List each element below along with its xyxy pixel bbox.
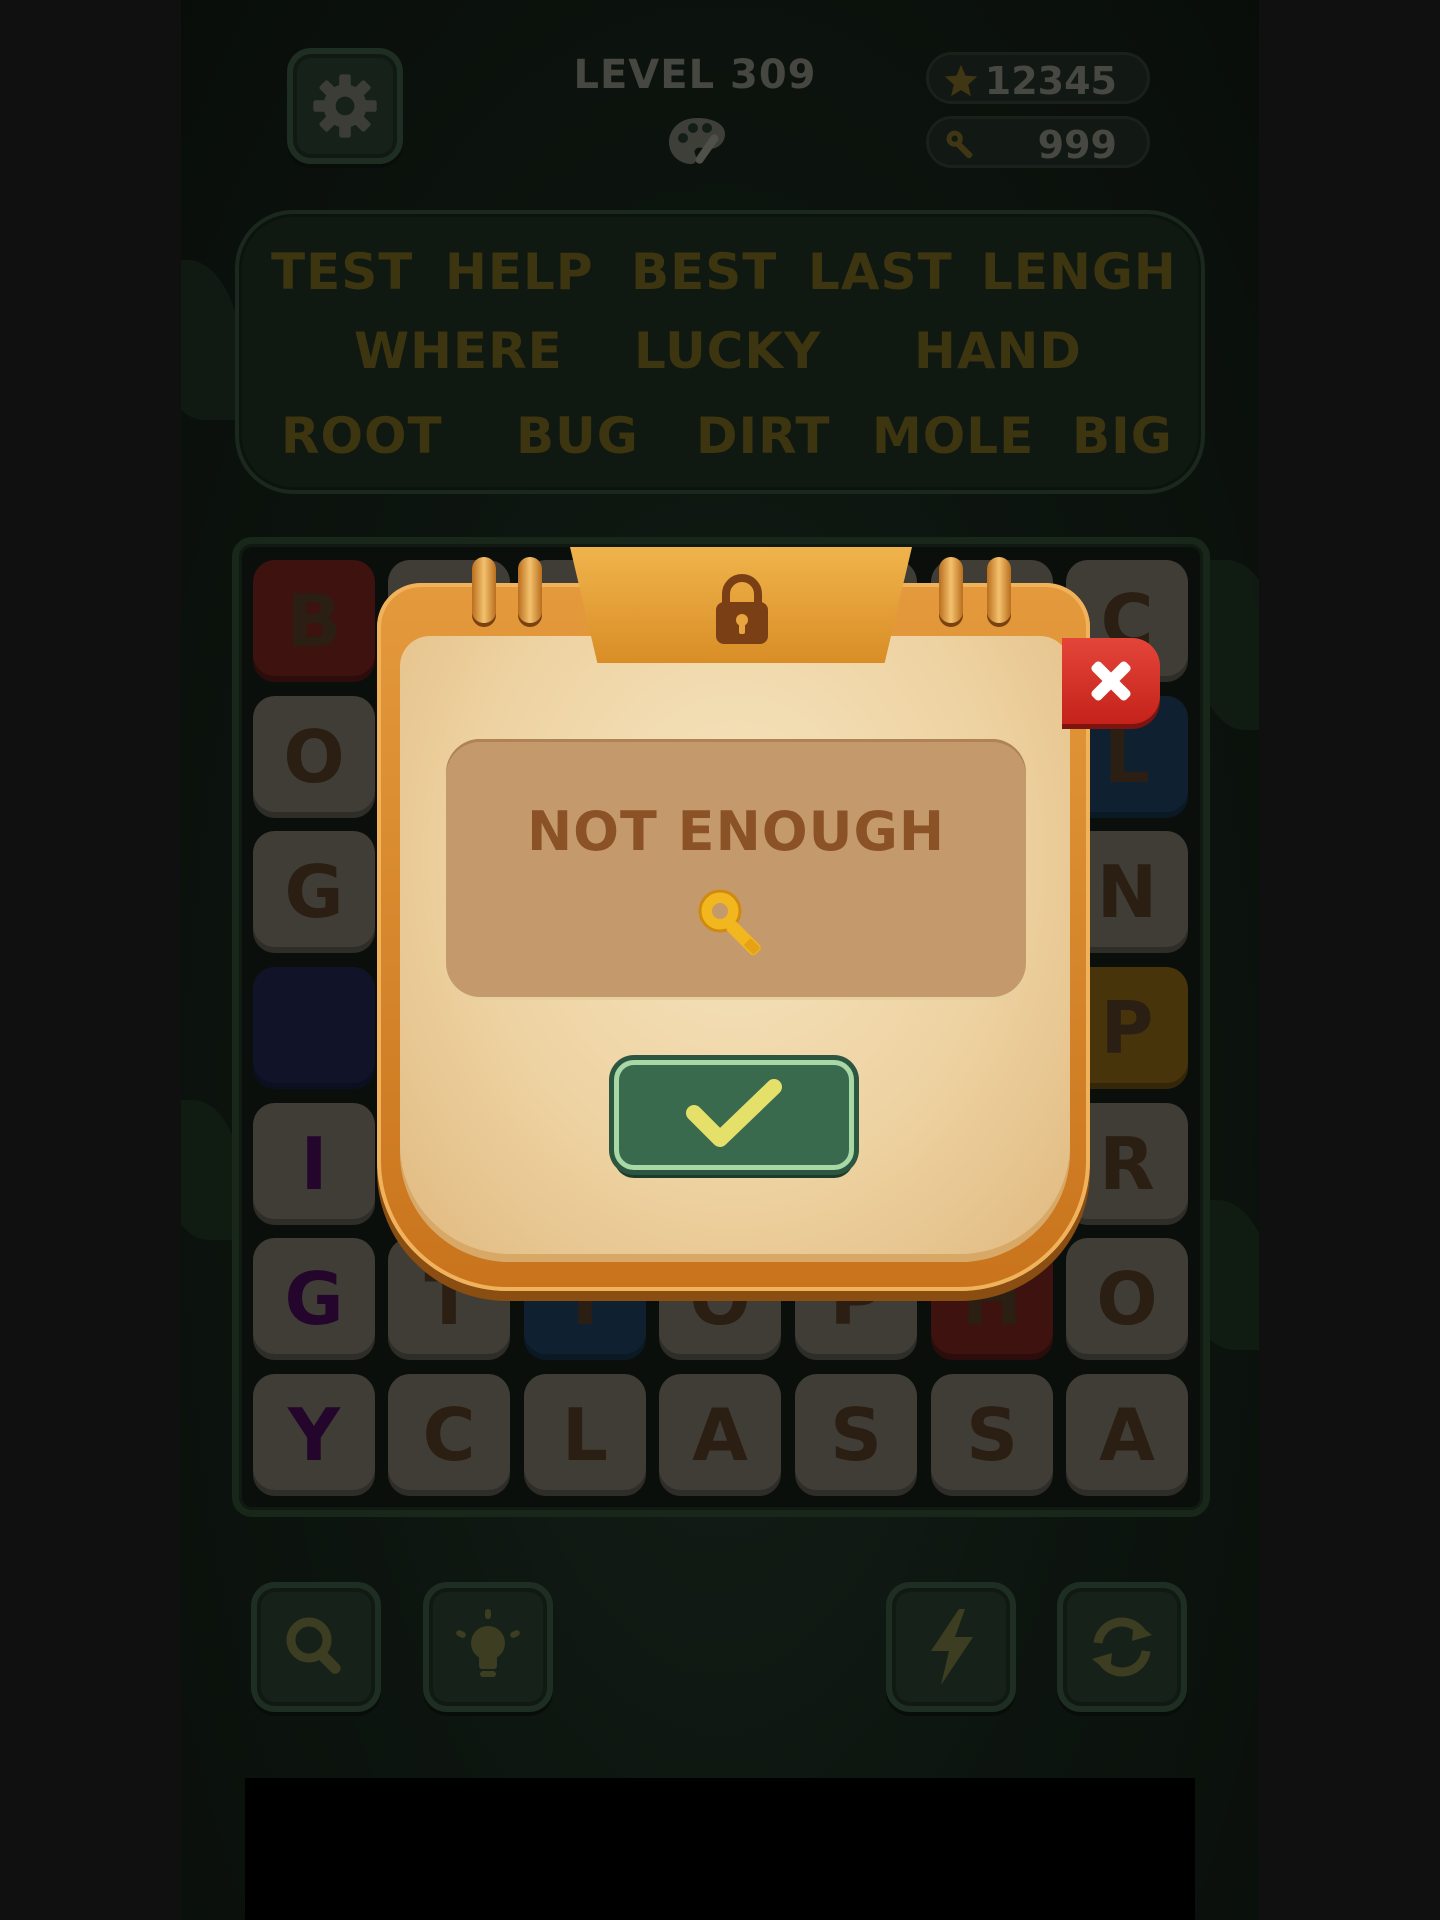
checkmark-icon [686,1079,782,1147]
close-icon [1091,661,1131,701]
binder-ring [939,557,963,623]
binder-ring [518,557,542,623]
key-icon [698,889,761,956]
binder-ring [987,557,1011,623]
close-button[interactable] [1062,638,1160,724]
binder-ring [472,557,496,623]
padlock-icon [716,574,768,644]
confirm-button[interactable] [614,1060,854,1170]
not-enough-message: NOT ENOUGH [526,800,946,863]
screen-background: LEVEL 309 12345 999 TEST HELP BEST LAST … [0,0,1440,1920]
